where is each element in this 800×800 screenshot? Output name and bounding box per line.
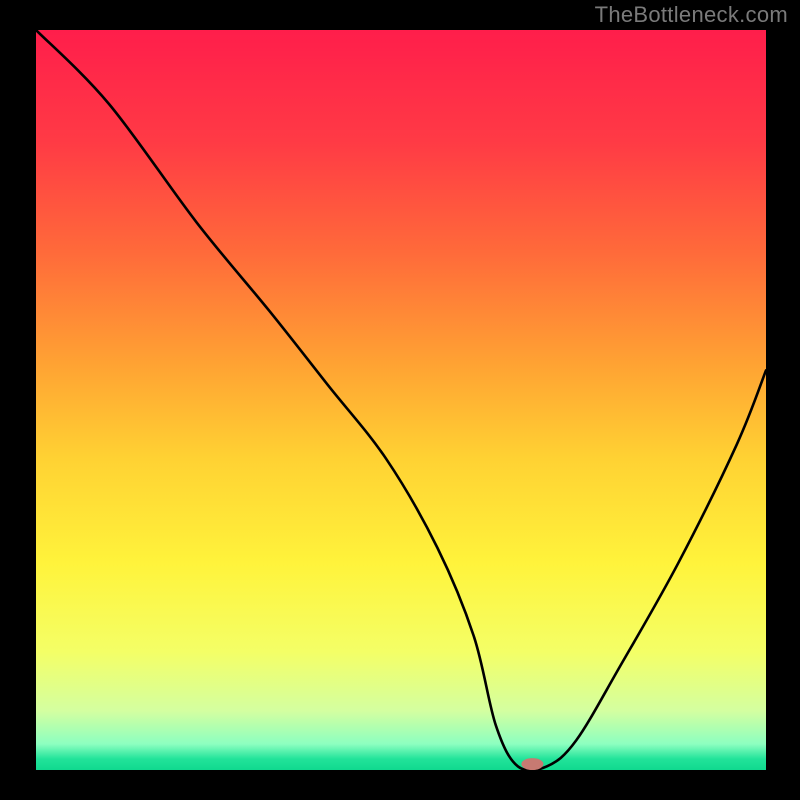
plot-area — [36, 30, 766, 770]
bottleneck-chart — [36, 30, 766, 770]
gradient-background — [36, 30, 766, 770]
chart-container: TheBottleneck.com — [0, 0, 800, 800]
watermark-text: TheBottleneck.com — [595, 2, 788, 28]
optimal-point-marker — [521, 758, 543, 770]
